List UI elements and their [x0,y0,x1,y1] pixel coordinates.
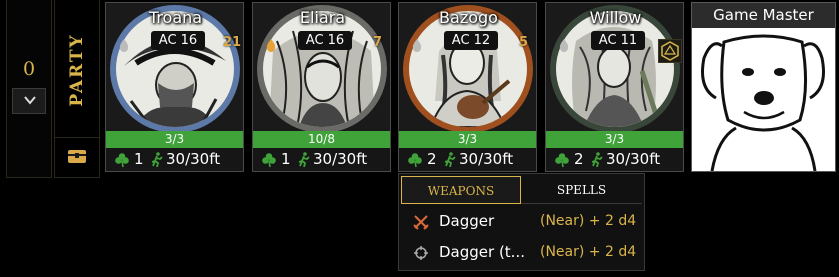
initiative-value: 5 [519,35,529,50]
tab-spells[interactable]: SPELLS [521,176,642,204]
actions-count: 2 [427,150,437,168]
treasure-chest-icon[interactable] [67,149,87,164]
weapon-stat: (Near) + 2 d4 [540,213,637,229]
weapon-stat: (Near) + 2 d4 [540,244,637,260]
character-stats: 1 30/30ft [253,148,390,171]
counter-dropdown-button[interactable] [12,88,46,114]
armor-class-badge: AC 16 [298,31,352,50]
character-name: Eliara [299,8,346,27]
game-master-card[interactable]: Game Master [691,2,836,172]
weapon-name: Dagger [439,212,495,230]
d20-icon [661,41,679,61]
character-name: Bazogo [439,8,498,27]
character-card-eliara[interactable]: Eliara AC 16 7 10/8 1 30/30ft [252,2,391,172]
crosshair-icon [414,246,428,260]
hp-bar: 3/3 [546,131,683,148]
hp-bar: 3/3 [399,131,536,148]
weapon-row[interactable]: Dagger (Near) + 2 d4 [399,207,644,237]
clover-icon [115,153,129,168]
armor-class-badge: AC 12 [444,31,498,50]
actions-count: 2 [574,150,584,168]
crossed-swords-icon [413,215,429,230]
party-panel: PARTY [54,0,100,178]
clover-icon [262,153,276,168]
character-card-troana[interactable]: Troana AC 16 21 3/3 1 30/30ft [105,2,244,172]
tab-weapons[interactable]: WEAPONS [401,176,521,204]
running-icon [298,152,310,167]
armor-class-badge: AC 11 [591,31,645,50]
drop-icon [559,39,569,52]
party-label: PARTY [67,33,87,107]
dog-portrait [701,34,825,171]
initiative-value: 7 [373,35,383,50]
drop-icon [266,39,276,52]
weapon-name: Dagger (t... [439,243,525,261]
character-card-willow[interactable]: Willow AC 11 3/3 2 30/30ft [545,2,684,172]
hp-bar: 10/8 [253,131,390,148]
initiative-value: 21 [223,35,242,50]
character-stats: 2 30/30ft [399,148,536,171]
clover-icon [408,153,422,168]
running-icon [591,152,603,167]
running-icon [151,152,163,167]
speed-value: 30/30ft [606,150,661,168]
clover-icon [555,153,569,168]
game-master-title: Game Master [692,3,835,28]
character-stats: 2 30/30ft [546,148,683,171]
d20-button[interactable] [658,39,682,63]
drop-icon [412,39,422,52]
armor-class-badge: AC 16 [151,31,205,50]
actions-count: 1 [281,150,291,168]
character-stats: 1 30/30ft [106,148,243,171]
attack-popup: WEAPONS SPELLS Dagger (Near) + 2 d4 Dagg… [398,173,645,271]
counter-panel: 0 [6,0,52,178]
chevron-down-icon [24,96,36,105]
character-name: Willow [589,8,642,27]
speed-value: 30/30ft [459,150,514,168]
speed-value: 30/30ft [313,150,368,168]
hp-bar: 3/3 [106,131,243,148]
speed-value: 30/30ft [166,150,221,168]
party-divider [55,137,99,138]
weapon-row[interactable]: Dagger (t... (Near) + 2 d4 [399,238,644,268]
actions-count: 1 [134,150,144,168]
character-name: Troana [148,8,203,27]
running-icon [444,152,456,167]
character-card-bazogo[interactable]: Bazogo AC 12 5 3/3 2 30/30ft [398,2,537,172]
drop-icon [119,39,129,52]
counter-value: 0 [22,58,36,80]
